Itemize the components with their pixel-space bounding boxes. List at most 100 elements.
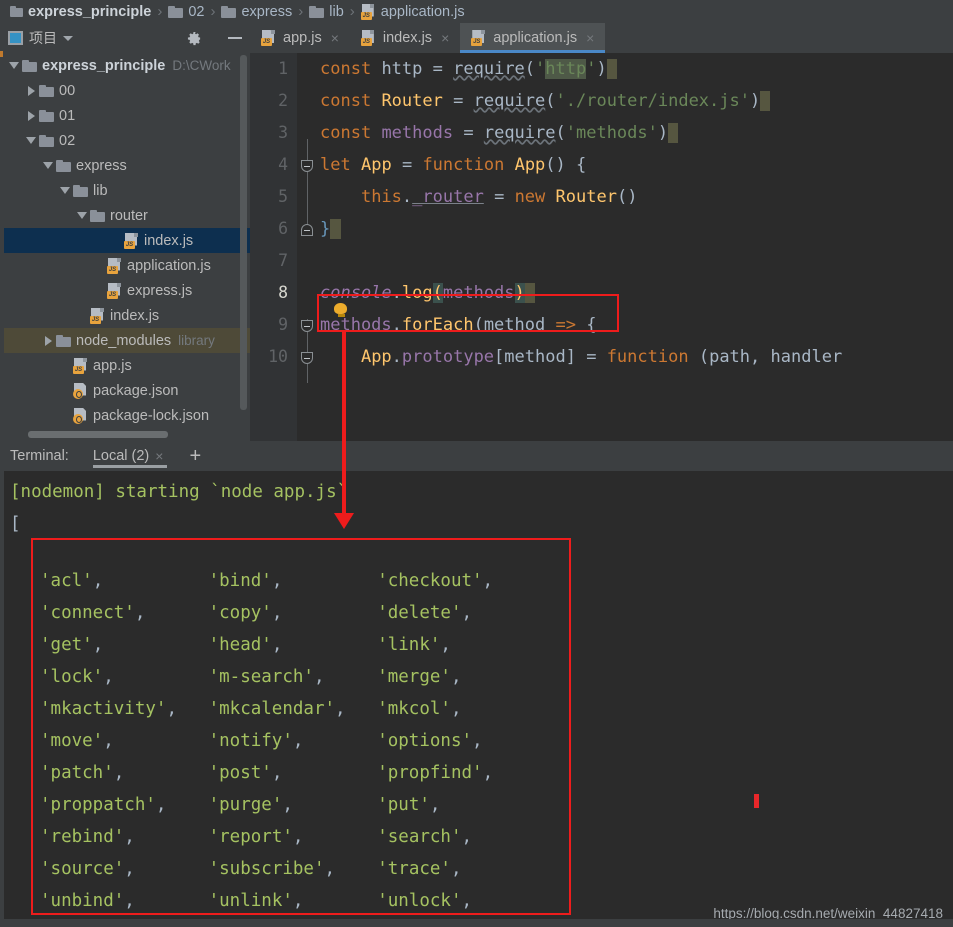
line-number[interactable]: 2 (250, 85, 297, 117)
chevron-down-icon[interactable] (40, 162, 56, 169)
line-number[interactable]: 9 (250, 309, 297, 341)
line-number[interactable]: 10 (250, 341, 297, 373)
project-panel-header: 项目 (0, 23, 250, 53)
tree-item-sublabel: D:\CWork (172, 58, 231, 73)
terminal-methods-row: 'source', 'subscribe', 'trace', (40, 859, 462, 879)
tree-item-label: index.js (110, 307, 160, 324)
folder-icon (168, 5, 184, 18)
js-file-icon: JS (124, 232, 139, 249)
terminal-methods-row: 'mkactivity', 'mkcalendar', 'mkcol', (40, 699, 462, 719)
close-icon[interactable]: × (155, 448, 163, 464)
tree-item-label: express.js (127, 282, 193, 299)
close-icon[interactable]: × (586, 30, 594, 46)
plus-icon[interactable]: + (189, 445, 201, 468)
code-line-10: App.prototype[method] = function (path, … (360, 347, 843, 367)
breadcrumb-label: lib (329, 3, 344, 20)
tree-item-express-js[interactable]: JS express.js (0, 278, 250, 303)
js-file-icon: JS (261, 30, 276, 46)
tree-item-label: 01 (59, 107, 76, 124)
tree-item-label: express_principle (42, 57, 166, 74)
status-bar (0, 919, 953, 927)
code-lines[interactable]: const http = require('http') const Route… (320, 53, 953, 441)
terminal-methods-row: 'proppatch', 'purge', 'put', (40, 795, 441, 815)
breadcrumb-item-project[interactable]: express_principle (6, 4, 155, 20)
editor-tabbar: JS app.js × JS index.js × JS application… (250, 23, 953, 53)
tree-item-lib[interactable]: lib (0, 178, 250, 203)
tree-item-package-json[interactable]: package.json (0, 378, 250, 403)
project-icon (8, 31, 23, 45)
terminal-methods-row: 'rebind', 'report', 'search', (40, 827, 473, 847)
line-number-gutter: 1 2 3 4 5 6 7 8 9 10 (250, 53, 297, 441)
folder-icon (39, 134, 54, 147)
breadcrumb-item-lib[interactable]: lib (305, 4, 348, 20)
breadcrumb-label: 02 (188, 3, 205, 20)
line-number[interactable]: 7 (250, 245, 297, 277)
tab-label: index.js (382, 30, 433, 46)
fold-toggle-line6[interactable] (301, 224, 313, 236)
terminal-tab-label: Local (2) (92, 448, 150, 464)
fold-toggle-line4[interactable] (301, 160, 313, 172)
tree-item-index-js[interactable]: JS index.js (0, 303, 250, 328)
fold-toggle-line10[interactable] (301, 352, 313, 364)
tab-app-js[interactable]: JS app.js × (250, 23, 350, 53)
code-folding-column[interactable] (297, 53, 320, 441)
left-toolbar-strip (0, 23, 4, 927)
tab-index-js[interactable]: JS index.js × (350, 23, 460, 53)
line-number[interactable]: 5 (250, 181, 297, 213)
close-icon[interactable]: × (331, 30, 339, 46)
tree-vertical-scrollbar[interactable] (240, 55, 247, 410)
project-tree[interactable]: express_principle D:\CWork 00 01 02 express li… (0, 53, 250, 441)
line-number[interactable]: 1 (250, 53, 297, 85)
tree-item-app-js[interactable]: JS app.js (0, 353, 250, 378)
line-number[interactable]: 6 (250, 213, 297, 245)
tree-item-router[interactable]: router (0, 203, 250, 228)
chevron-right-icon[interactable] (23, 110, 39, 121)
chevron-right-icon[interactable] (23, 85, 39, 96)
tree-horizontal-scrollbar[interactable] (28, 431, 168, 438)
terminal-line: [ (10, 514, 21, 534)
close-icon[interactable]: × (441, 30, 449, 46)
folder-icon (309, 5, 325, 18)
folder-icon (56, 159, 71, 172)
terminal-output[interactable]: [nodemon] starting `node app.js` [ 'acl'… (0, 471, 953, 927)
fold-toggle-line9[interactable] (301, 320, 313, 332)
tree-item-node-modules[interactable]: node_modules library (0, 328, 250, 353)
line-number[interactable]: 8 (250, 277, 297, 309)
tree-item-index-js[interactable]: JS index.js (0, 228, 250, 253)
chevron-right-icon[interactable] (40, 335, 56, 346)
breadcrumb-item-express[interactable]: express (217, 4, 296, 20)
line-number[interactable]: 4 (250, 149, 297, 181)
tree-item-label: app.js (93, 357, 132, 374)
js-file-icon: JS (73, 357, 88, 374)
tab-application-js[interactable]: JS application.js × (460, 23, 606, 53)
code-line-9: methods.forEach(method => { (320, 315, 597, 335)
code-viewport[interactable]: 1 2 3 4 5 6 7 8 9 10 const http = require('http')… (250, 53, 953, 441)
line-number[interactable]: 3 (250, 117, 297, 149)
minimize-icon[interactable] (228, 37, 242, 39)
tree-item-02[interactable]: 02 (0, 128, 250, 153)
tree-item-express[interactable]: express (0, 153, 250, 178)
terminal-tabbar: Terminal: Local (2) × + (0, 441, 953, 471)
breadcrumb-label: express (241, 3, 293, 20)
breadcrumb-label: express_principle (28, 3, 152, 20)
tree-item-01[interactable]: 01 (0, 103, 250, 128)
tree-item-package-lock-json[interactable]: package-lock.json (0, 403, 250, 428)
tree-item-application-js[interactable]: JS application.js (0, 253, 250, 278)
breadcrumb-separator: › (349, 2, 355, 20)
breadcrumb-item-application-js[interactable]: JS application.js (357, 3, 469, 20)
folder-icon (221, 5, 237, 18)
breadcrumb-separator: › (298, 2, 304, 20)
tree-item-express-principle[interactable]: express_principle D:\CWork (0, 53, 250, 78)
gear-icon[interactable] (187, 31, 202, 46)
chevron-down-icon[interactable] (57, 187, 73, 194)
chevron-down-icon[interactable] (23, 137, 39, 144)
terminal-tab-local[interactable]: Local (2) × (89, 441, 176, 471)
project-panel: 项目 express_principle D:\CWork 00 01 02 expres… (0, 23, 250, 441)
tree-item-00[interactable]: 00 (0, 78, 250, 103)
chevron-down-icon[interactable] (74, 212, 90, 219)
chevron-down-icon[interactable] (6, 62, 22, 69)
chevron-down-icon[interactable] (63, 35, 73, 41)
project-panel-title: 项目 (29, 30, 57, 46)
breadcrumb-item-02[interactable]: 02 (164, 4, 208, 20)
terminal-methods-row: 'lock', 'm-search', 'merge', (40, 667, 462, 687)
